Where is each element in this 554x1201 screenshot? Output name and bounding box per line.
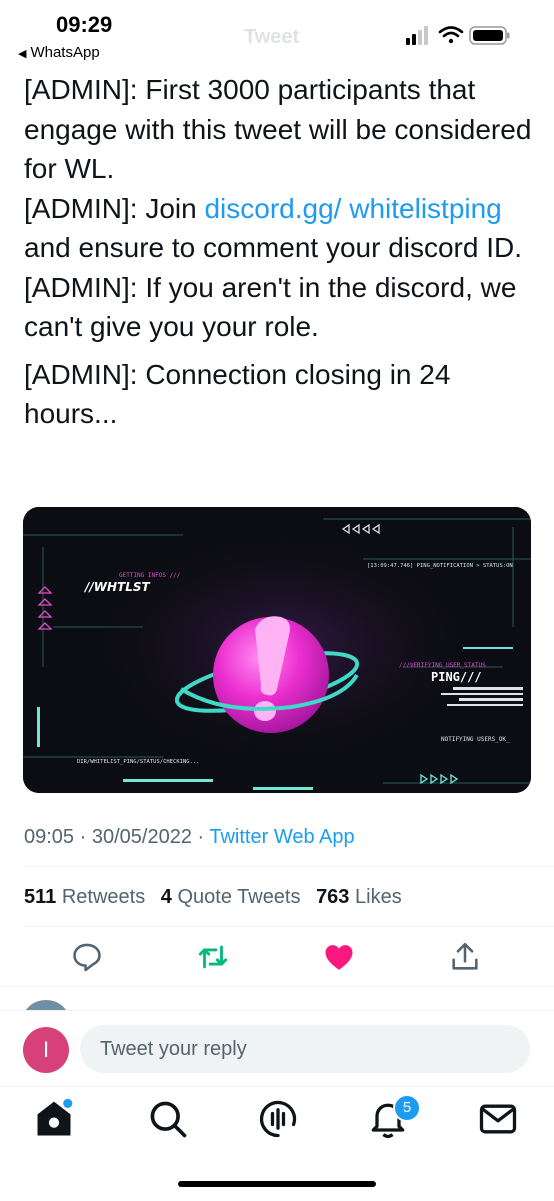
back-app-label: WhatsApp bbox=[30, 44, 100, 61]
retweets-label: Retweets bbox=[61, 886, 146, 908]
reply-composer: I bbox=[0, 1010, 554, 1087]
quotes-label: Quote Tweets bbox=[177, 886, 301, 908]
user-avatar[interactable]: I bbox=[23, 1027, 69, 1073]
tweet-source-link[interactable]: Twitter Web App bbox=[209, 826, 354, 848]
home-icon[interactable] bbox=[32, 1097, 76, 1141]
media-label-ping: PING/// bbox=[431, 670, 482, 684]
media-label-timestamp: [13:09:47.746] PING_NOTIFICATION > STATU… bbox=[367, 563, 513, 569]
reply-icon[interactable] bbox=[70, 940, 104, 974]
battery-icon bbox=[469, 26, 510, 45]
tweet-media-image[interactable]: GETTING INFOS /// //WHTLST [13:09:47.746… bbox=[23, 507, 531, 793]
back-arrow-icon: ◀ bbox=[18, 48, 27, 60]
likes-count: 763 bbox=[316, 886, 350, 908]
spaces-icon[interactable] bbox=[256, 1097, 300, 1141]
media-label-getting: GETTING INFOS /// bbox=[119, 572, 181, 579]
tweet-stats: 511 Retweets 4 Quote Tweets 763 Likes bbox=[24, 886, 412, 909]
back-to-app-link[interactable]: ◀ WhatsApp bbox=[18, 44, 100, 61]
wifi-icon bbox=[438, 26, 464, 44]
header-title: Tweet bbox=[244, 26, 300, 48]
quotes-count: 4 bbox=[160, 886, 172, 908]
reply-input[interactable] bbox=[80, 1025, 530, 1073]
media-label-logo: //WHTLST bbox=[83, 580, 151, 594]
liked-heart-icon[interactable] bbox=[322, 940, 356, 974]
status-time: 09:29 bbox=[56, 12, 113, 37]
status-icons bbox=[406, 26, 510, 45]
retweets-stat[interactable]: 511 Retweets bbox=[24, 886, 145, 908]
discord-link[interactable]: discord.gg/ whitelistping bbox=[204, 193, 501, 224]
tweet-line-1: [ADMIN]: First 3000 participants that en… bbox=[24, 74, 532, 184]
signal-icon bbox=[406, 26, 428, 45]
media-label-notify: NOTIFYING USERS_OK_ bbox=[441, 736, 510, 743]
tweet-line-2: [ADMIN]: Join discord.gg/ whitelistping … bbox=[24, 189, 534, 268]
likes-stat[interactable]: 763 Likes bbox=[316, 886, 402, 908]
status-bar: 09:29 ◀ WhatsApp Tweet bbox=[0, 0, 554, 68]
search-icon[interactable] bbox=[146, 1097, 190, 1141]
share-icon[interactable] bbox=[448, 940, 482, 974]
tweet-body: [ADMIN]: First 3000 participants that en… bbox=[24, 70, 534, 434]
messages-icon[interactable] bbox=[476, 1097, 520, 1141]
tweet-meta: 09:05 · 30/05/2022 · Twitter Web App bbox=[24, 826, 355, 848]
tweet-line-4: [ADMIN]: Connection closing in 24 hours.… bbox=[24, 358, 451, 430]
media-label-verify: ///VERIFYING_USER_STATUS bbox=[399, 662, 486, 669]
retweet-icon[interactable] bbox=[196, 940, 230, 974]
divider bbox=[24, 866, 554, 867]
media-label-dir: DIR/WHITELIST_PING/STATUS/CHECKING... bbox=[77, 759, 200, 765]
retweets-count: 511 bbox=[24, 886, 57, 908]
tweet-date: 30/05/2022 bbox=[91, 826, 192, 848]
tweet-line-2-suffix: and ensure to comment your discord ID. bbox=[24, 232, 523, 263]
home-indicator bbox=[178, 1181, 376, 1187]
tweet-time: 09:05 bbox=[24, 826, 75, 848]
divider bbox=[0, 986, 554, 987]
tweet-line-2-prefix: [ADMIN]: Join bbox=[24, 192, 205, 224]
likes-label: Likes bbox=[355, 886, 402, 908]
quote-tweets-stat[interactable]: 4 Quote Tweets bbox=[161, 886, 301, 908]
tweet-line-3: [ADMIN]: If you aren't in the discord, w… bbox=[24, 271, 517, 343]
divider bbox=[24, 926, 554, 927]
tweet-actions bbox=[0, 930, 554, 986]
notification-badge: 5 bbox=[393, 1094, 421, 1122]
